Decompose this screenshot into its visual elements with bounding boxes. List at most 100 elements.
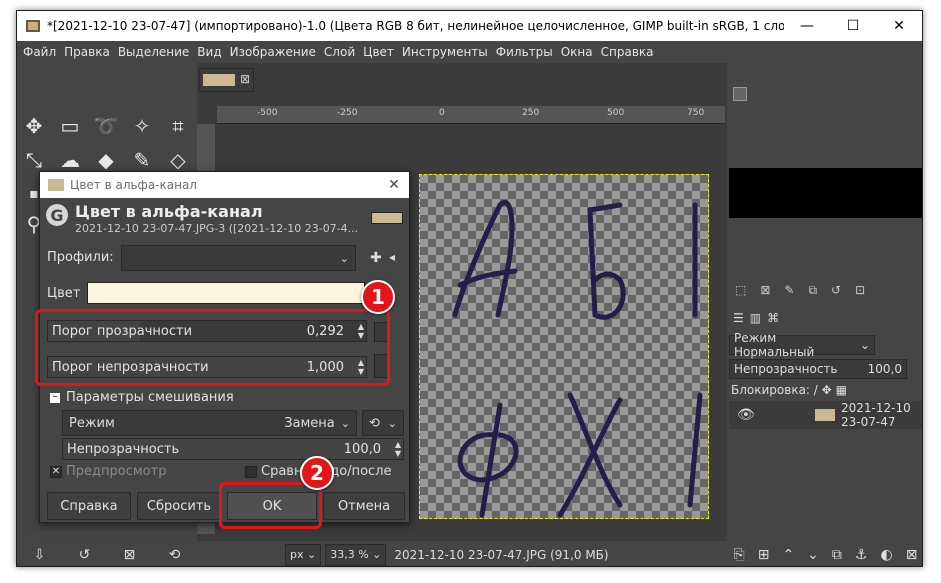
close-button[interactable]: ✕	[876, 11, 922, 41]
menu-edit[interactable]: Правка	[64, 45, 110, 59]
menu-view[interactable]: Вид	[197, 45, 221, 59]
reset-button[interactable]: Сбросить	[137, 492, 221, 520]
color-swatch[interactable]	[87, 282, 365, 304]
horizontal-ruler: -500 -250 0 250 500 750	[217, 106, 725, 124]
menu-help[interactable]: Справка	[601, 45, 654, 59]
pattern-icon[interactable]	[733, 87, 747, 101]
status-bar: px ⌄ 33,3 % ⌄ 2021-12-10 23-07-47.JPG (9…	[197, 541, 727, 566]
dock-actions: ⬚ ⊠ ✎ ⧉ ↺ ⊡	[735, 283, 865, 298]
cancel-button[interactable]: Отмена	[323, 492, 405, 520]
move-tool-icon[interactable]: ✥	[19, 111, 49, 141]
menu-layer[interactable]: Слой	[324, 45, 355, 59]
layer-thumbnail	[814, 409, 836, 421]
color-label: Цвет	[47, 286, 81, 301]
handwritten-letters	[452, 200, 703, 518]
channels-icon[interactable]: ▥	[750, 311, 761, 325]
composite-icon: ⟲	[369, 415, 380, 431]
rect-select-icon[interactable]: ▭	[55, 111, 85, 141]
spin-arrows-icon[interactable]: ▲ ▼	[395, 440, 401, 458]
raise-icon[interactable]: ⌃	[782, 547, 794, 563]
layers-bottom-icons: ⎘ ⊞ ⌃ ⌄ ⧉ ⚓ ◐ ⊠	[727, 542, 922, 566]
layer-mode-value: Режим Нормальный	[734, 331, 815, 359]
ruler-label: 500	[607, 108, 625, 118]
profiles-select[interactable]: ⌄	[121, 245, 356, 271]
anchor-icon[interactable]: ⚓	[855, 547, 868, 563]
preview-checkbox-row[interactable]: ✕ Предпросмотр	[50, 464, 166, 479]
close-tab-icon[interactable]: ⊠	[240, 72, 250, 86]
save-options-icon[interactable]: ⇩	[34, 547, 46, 563]
dialog-window-title: Цвет в альфа-канал	[70, 178, 197, 192]
ruler-label: -250	[337, 108, 358, 118]
lock-row: Блокировка: / ✥ ▦	[731, 383, 847, 397]
brush-preview	[729, 168, 922, 218]
layer-opacity-field[interactable]: Непрозрачность 100,0	[729, 359, 907, 379]
profile-menu-icon[interactable]: ◂	[389, 250, 395, 264]
ok-highlight	[219, 482, 322, 529]
compare-checkbox[interactable]	[245, 465, 257, 478]
maximize-button[interactable]: ☐	[830, 11, 876, 41]
blend-mode-select[interactable]: Режим Замена ⌄	[62, 410, 357, 436]
new-layer-icon[interactable]: ⎘	[734, 547, 745, 563]
layers-tabs: ☰ ▥ ⌘	[733, 311, 779, 325]
gegl-logo-icon: G	[46, 204, 68, 226]
dialog-heading: Цвет в альфа-канал	[75, 202, 263, 221]
delete-layer-icon[interactable]: ⊠	[906, 547, 918, 563]
lock-position-icon[interactable]: ✥	[822, 383, 832, 397]
chevron-down-icon: ⌄	[340, 416, 350, 430]
lock-label: Блокировка:	[731, 383, 810, 397]
menu-filters[interactable]: Фильтры	[496, 45, 553, 59]
blend-mode-label: Режим	[69, 415, 115, 431]
menu-file[interactable]: Файл	[23, 45, 56, 59]
layer-mode-select[interactable]: Режим Нормальный ⌄	[729, 331, 875, 359]
composite-mode-select[interactable]: ⟲ ⌄	[362, 410, 404, 436]
minimize-button[interactable]: —	[784, 11, 830, 41]
dialog-close-icon[interactable]: ✕	[379, 177, 409, 193]
layer-row[interactable]: 👁 2021-12-10 23-07-47	[729, 401, 922, 429]
fuzzy-select-icon[interactable]: ✧	[127, 111, 157, 141]
layer-opacity-label: Непрозрачность	[734, 362, 838, 376]
blend-section-toggle[interactable]: – Параметры смешивания	[50, 390, 234, 405]
transparent-image[interactable]	[419, 174, 709, 519]
dialog-title-bar: Цвет в альфа-канал ✕	[40, 172, 409, 198]
zoom-select[interactable]: 33,3 % ⌄	[325, 543, 387, 566]
help-button[interactable]: Справка	[47, 492, 131, 520]
duplicate-icon[interactable]: ⧉	[808, 283, 817, 298]
mask-icon[interactable]: ◐	[880, 547, 892, 563]
ruler-label: 250	[522, 108, 540, 118]
lock-pixels-icon[interactable]: /	[814, 383, 818, 397]
chevron-down-icon: ⌄	[387, 416, 397, 430]
window-title: *[2021-12-10 23-07-47] (импортировано)-1…	[47, 19, 784, 33]
menu-windows[interactable]: Окна	[561, 45, 593, 59]
menu-bar: Файл Правка Выделение Вид Изображение Сл…	[17, 41, 922, 63]
refresh-icon[interactable]: ↺	[831, 283, 841, 298]
reset-options-icon[interactable]: ⟲	[169, 547, 181, 563]
image-tab[interactable]: ⊠	[199, 68, 254, 92]
add-profile-icon[interactable]: ✚	[370, 250, 382, 266]
menu-tools[interactable]: Инструменты	[402, 45, 488, 59]
new-group-icon[interactable]: ⊞	[758, 547, 770, 563]
dialog-thumbnail	[371, 212, 403, 224]
right-dock: Aa ⬚⊠✎⧉↺⊡ ☰▥⌘ Режим Нормальный ⌄ Непрозр…	[727, 63, 922, 566]
lower-icon[interactable]: ⌄	[807, 547, 819, 563]
lasso-icon[interactable]: ➰	[91, 111, 121, 141]
edit-icon[interactable]: ✎	[784, 283, 794, 298]
eye-icon[interactable]: 👁	[737, 407, 755, 423]
unit-select[interactable]: px ⌄	[285, 543, 322, 566]
paths-icon[interactable]: ⌘	[767, 311, 779, 325]
dialog-app-icon	[48, 179, 64, 191]
restore-options-icon[interactable]: ↺	[79, 547, 91, 563]
delete-options-icon[interactable]: ⊠	[124, 547, 136, 563]
preview-checkbox[interactable]: ✕	[50, 465, 62, 478]
menu-image[interactable]: Изображение	[230, 45, 316, 59]
menu-color[interactable]: Цвет	[363, 45, 394, 59]
menu-select[interactable]: Выделение	[118, 45, 189, 59]
duplicate-layer-icon[interactable]: ⧉	[832, 547, 842, 563]
blend-opacity-spin[interactable]: Непрозрачность 100,0 ▲ ▼	[62, 438, 404, 460]
layers-icon[interactable]: ☰	[733, 311, 744, 325]
settings-icon[interactable]: ⊡	[855, 283, 865, 298]
crop-icon[interactable]: ⌗	[163, 111, 193, 141]
dialog-header: G Цвет в альфа-канал 2021-12-10 23-07-47…	[40, 198, 409, 238]
new-icon[interactable]: ⬚	[735, 283, 746, 298]
delete-icon[interactable]: ⊠	[760, 283, 770, 298]
lock-alpha-icon[interactable]: ▦	[836, 383, 847, 397]
